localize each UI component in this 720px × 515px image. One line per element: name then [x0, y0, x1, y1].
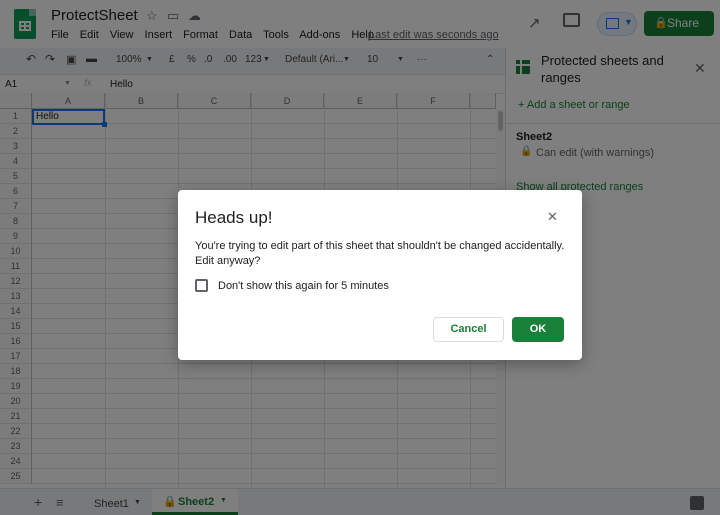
cancel-button[interactable]: Cancel: [433, 317, 504, 342]
checkbox-label[interactable]: Don't show this again for 5 minutes: [218, 280, 389, 292]
close-icon[interactable]: ✕: [547, 209, 558, 225]
ok-button[interactable]: OK: [512, 317, 564, 342]
heads-up-dialog: Heads up! ✕ You're trying to edit part o…: [178, 190, 582, 360]
dont-show-again-checkbox[interactable]: [195, 279, 208, 292]
dialog-title: Heads up!: [195, 208, 273, 227]
dialog-message: You're trying to edit part of this sheet…: [195, 240, 565, 267]
